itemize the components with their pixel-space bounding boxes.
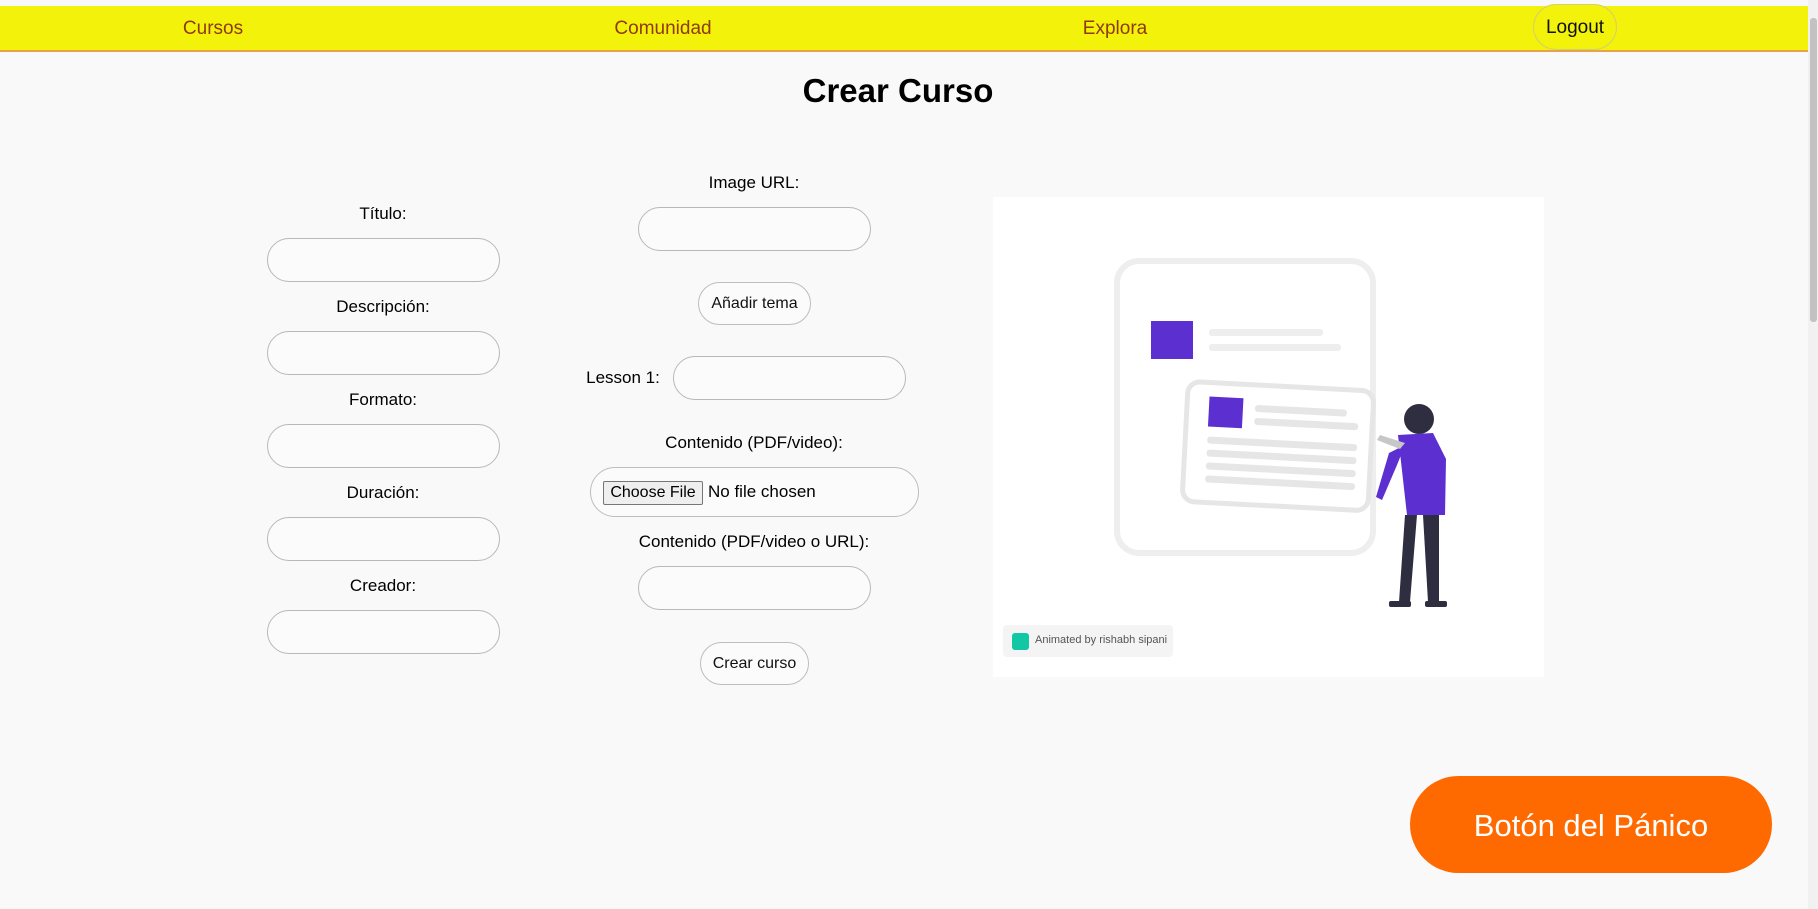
add-topic-button[interactable]: Añadir tema xyxy=(698,282,811,325)
formato-label: Formato: xyxy=(348,390,418,409)
descripcion-input[interactable] xyxy=(267,331,500,375)
scrollbar-thumb[interactable] xyxy=(1810,18,1817,322)
creador-input[interactable] xyxy=(267,610,500,654)
content-file-input[interactable]: Choose File No file chosen xyxy=(590,467,919,517)
document-person-illustration xyxy=(1114,258,1447,607)
lottie-logo-icon xyxy=(1012,633,1029,650)
create-course-button[interactable]: Crear curso xyxy=(700,642,809,685)
image-url-label: Image URL: xyxy=(708,173,800,192)
image-url-input[interactable] xyxy=(638,207,871,251)
panic-button[interactable]: Botón del Pánico xyxy=(1410,776,1772,873)
animation-credit-badge[interactable]: Animated by rishabh sipani xyxy=(1003,625,1173,657)
content-file-label: Contenido (PDF/video): xyxy=(665,433,843,452)
nav-link-cursos[interactable]: Cursos xyxy=(183,6,243,52)
duracion-label: Duración: xyxy=(346,483,420,502)
course-illustration: Animated by rishabh sipani xyxy=(993,197,1544,677)
titulo-label: Título: xyxy=(359,204,407,223)
choose-file-button[interactable]: Choose File xyxy=(603,481,703,505)
descripcion-label: Descripción: xyxy=(336,297,430,316)
titulo-input[interactable] xyxy=(267,238,500,282)
page-title: Crear Curso xyxy=(802,72,994,109)
content-url-input[interactable] xyxy=(638,566,871,610)
content-url-label: Contenido (PDF/video o URL): xyxy=(638,532,870,551)
nav-link-explora[interactable]: Explora xyxy=(1083,6,1147,52)
file-status: No file chosen xyxy=(708,482,816,501)
lesson-label: Lesson 1: xyxy=(586,368,660,387)
lesson-input[interactable] xyxy=(673,356,906,400)
logout-button[interactable]: Logout xyxy=(1533,4,1617,50)
nav-link-comunidad[interactable]: Comunidad xyxy=(614,6,711,52)
animation-credit: Animated by rishabh sipani xyxy=(1035,634,1168,646)
creador-label: Creador: xyxy=(349,576,417,595)
duracion-input[interactable] xyxy=(267,517,500,561)
formato-input[interactable] xyxy=(267,424,500,468)
